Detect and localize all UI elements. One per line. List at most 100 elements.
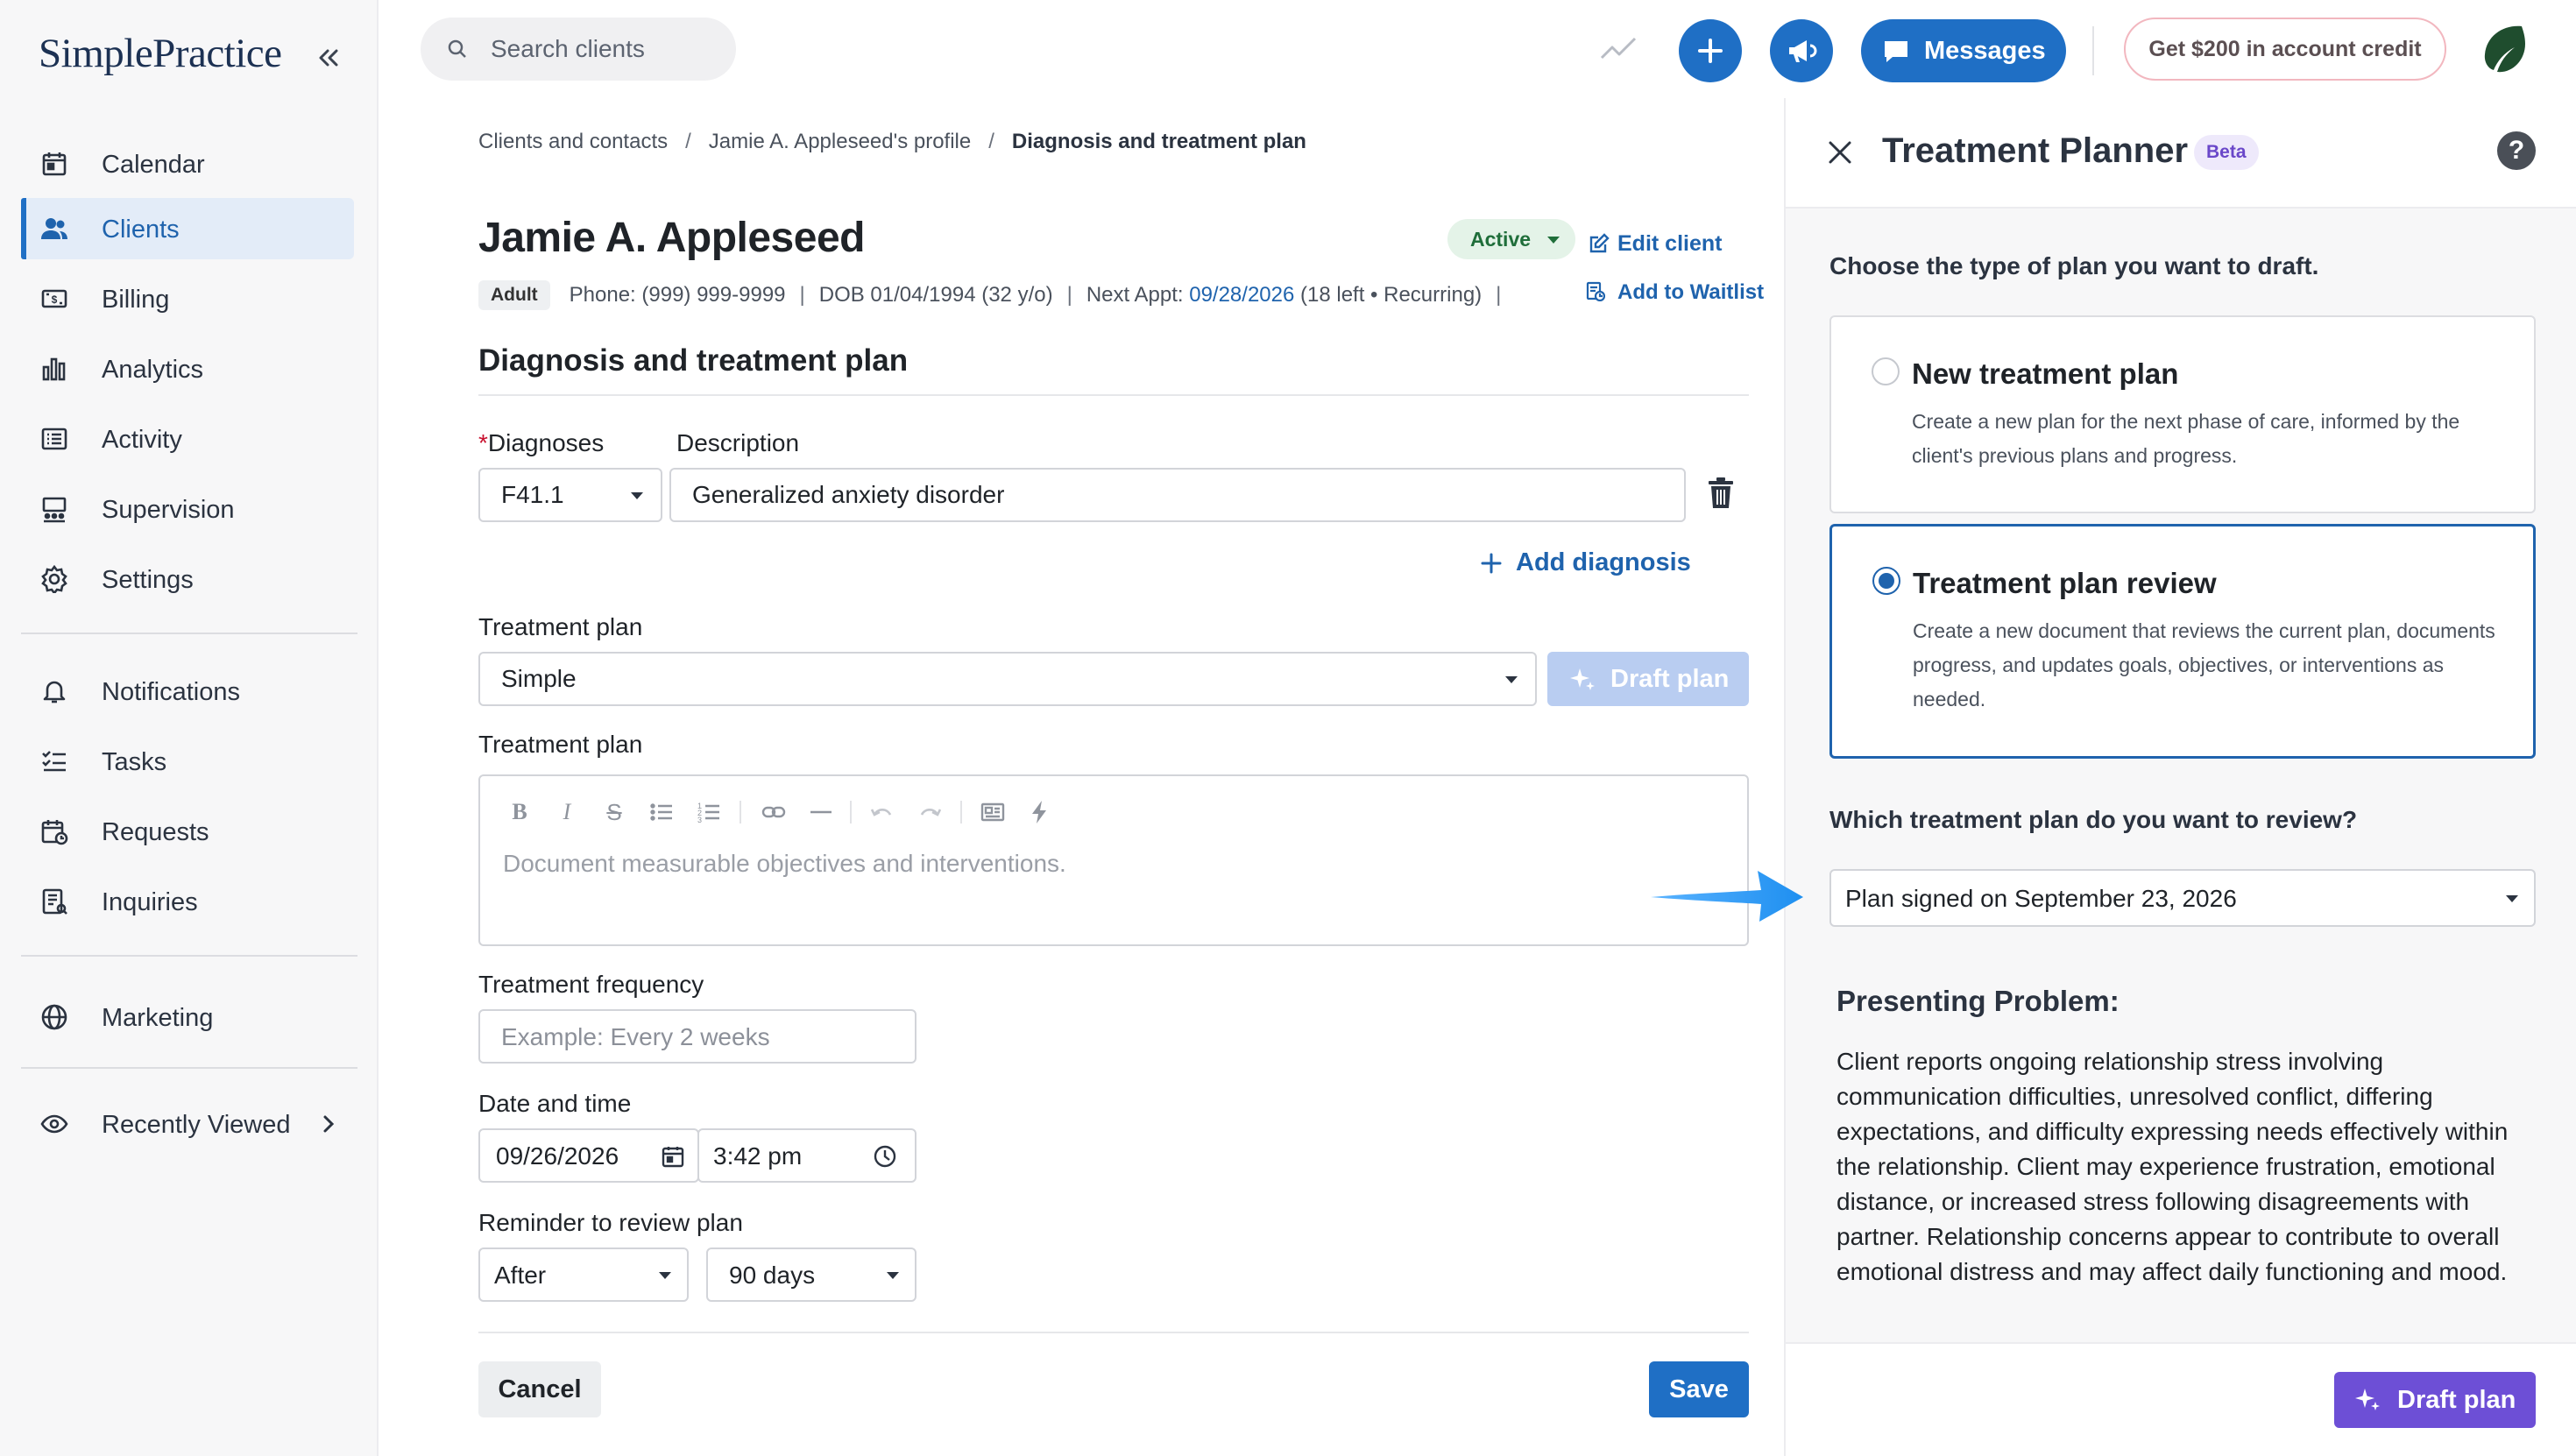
profile-leaf-icon[interactable] [2478,21,2532,75]
add-button[interactable] [1679,19,1742,82]
reminder-when-select[interactable]: After [478,1247,689,1302]
cancel-button[interactable]: Cancel [478,1361,601,1417]
trash-icon[interactable] [1707,477,1735,510]
calendar-icon[interactable] [661,1144,685,1169]
sidebar-item-label: Notifications [102,678,240,706]
announcements-button[interactable] [1770,19,1833,82]
sidebar-item-analytics[interactable]: Analytics [21,338,354,399]
option-new-treatment-plan[interactable]: New treatment plan Create a new plan for… [1829,315,2536,513]
toolbar-separator [960,801,962,823]
sidebar-item-calendar[interactable]: Calendar [21,133,354,194]
draft-plan-button-disabled[interactable]: Draft plan [1547,652,1749,706]
client-name: Jamie A. Appleseed [478,215,865,261]
caret-down-icon [2506,895,2518,902]
time-input[interactable]: 3:42 pm [697,1128,916,1183]
billing-icon: $ [40,285,68,313]
redo-icon[interactable] [916,799,943,825]
next-appt-label: Next Appt: [1086,283,1184,307]
option-title: New treatment plan [1912,357,2179,390]
account-credit-button[interactable]: Get $200 in account credit [2124,18,2446,81]
app-logo[interactable]: SimplePractice [39,30,282,77]
reminder-when-value: After [494,1262,547,1289]
radio-selected[interactable] [1872,567,1900,595]
caret-down-icon [659,1272,671,1279]
diagnosis-description-field[interactable]: Generalized anxiety disorder [669,468,1686,522]
option-treatment-plan-review[interactable]: Treatment plan review Create a new docum… [1829,524,2536,759]
link-icon[interactable] [761,799,787,825]
sidebar-item-notifications[interactable]: Notifications [21,661,354,722]
search-bar[interactable] [421,18,736,81]
time-value: 3:42 pm [713,1142,803,1170]
clock-icon[interactable] [873,1144,897,1169]
treatment-plan-value: Simple [501,665,577,692]
frequency-input[interactable]: Example: Every 2 weeks [478,1009,916,1064]
breadcrumb-link[interactable]: Jamie A. Appleseed's profile [709,130,971,153]
sidebar-item-recently-viewed[interactable]: Recently Viewed [21,1093,354,1155]
sidebar-item-label: Billing [102,286,170,314]
add-diagnosis-label: Add diagnosis [1516,548,1691,576]
sidebar-item-activity[interactable]: Activity [21,408,354,470]
numbered-list-icon[interactable]: 123 [696,799,722,825]
lightning-icon[interactable] [1027,799,1053,825]
template-icon[interactable] [980,799,1006,825]
datetime-label: Date and time [478,1090,632,1117]
draft-plan-label: Draft plan [2397,1386,2516,1414]
help-icon[interactable]: ? [2497,131,2536,170]
sidebar-item-requests[interactable]: Requests [21,801,354,862]
strikethrough-icon[interactable]: S [601,799,627,825]
chat-icon [1885,41,1907,62]
italic-icon[interactable]: I [554,799,580,825]
sidebar-item-tasks[interactable]: Tasks [21,731,354,792]
treatment-plan-label: Treatment plan [478,613,643,640]
bullet-list-icon[interactable] [648,799,675,825]
radio-unselected[interactable] [1872,357,1900,385]
svg-text:3: 3 [697,816,702,824]
add-to-waitlist-link[interactable]: Add to Waitlist [1586,280,1764,305]
bold-icon[interactable]: B [506,799,533,825]
sidebar-item-label: Requests [102,818,209,846]
plus-icon [1481,553,1502,573]
add-diagnosis-button[interactable]: Add diagnosis [1481,548,1691,577]
editor-placeholder: Document measurable objectives and inter… [503,850,1066,877]
reminder-days-select[interactable]: 90 days [706,1247,916,1302]
search-input[interactable] [491,33,718,65]
sparkle-icon [1570,668,1595,690]
gear-icon [40,565,68,593]
messages-button[interactable]: Messages [1861,19,2066,82]
treatment-plan-editor[interactable]: B I S 123 Document measurable objectives… [478,774,1749,946]
plus-icon [1698,39,1723,63]
chevron-right-icon [315,1111,342,1137]
diagnoses-label: *Diagnoses [478,429,604,457]
annotation-arrow [1647,864,1805,927]
sidebar-item-inquiries[interactable]: Inquiries [21,871,354,932]
status-label: Active [1470,228,1532,251]
horizontal-rule-icon[interactable] [808,799,834,825]
sidebar-item-label: Supervision [102,496,235,524]
sidebar-item-marketing[interactable]: Marketing [21,986,354,1048]
breadcrumb-link[interactable]: Clients and contacts [478,130,668,153]
diagnosis-code-select[interactable]: F41.1 [478,468,662,522]
edit-client-link[interactable]: Edit client [1588,231,1722,257]
date-input[interactable]: 09/26/2026 [478,1128,699,1183]
sidebar-item-clients[interactable]: Clients [21,198,354,259]
supervision-icon [40,495,68,523]
cancel-label: Cancel [498,1375,582,1403]
collapse-sidebar-icon[interactable] [312,42,343,74]
undo-icon[interactable] [869,799,895,825]
sidebar-item-settings[interactable]: Settings [21,548,354,610]
treatment-plan-select[interactable]: Simple [478,652,1537,706]
sidebar-item-billing[interactable]: $ Billing [21,268,354,329]
presenting-problem-text: Client reports ongoing relationship stre… [1836,1048,2509,1285]
draft-plan-button[interactable]: Draft plan [2334,1372,2536,1428]
save-button[interactable]: Save [1649,1361,1749,1417]
trend-icon[interactable] [1600,33,1638,63]
review-plan-select[interactable]: Plan signed on September 23, 2026 [1829,869,2536,927]
sidebar-item-supervision[interactable]: Supervision [21,478,354,540]
messages-label: Messages [1924,37,2046,65]
close-icon[interactable] [1826,138,1854,166]
option-title: Treatment plan review [1913,567,2217,599]
next-appt-date-link[interactable]: 09/28/2026 [1189,283,1294,307]
caret-down-icon [1547,237,1560,244]
status-dropdown[interactable]: Active [1447,219,1575,259]
client-phone: Phone: (999) 999-9999 [569,283,786,307]
